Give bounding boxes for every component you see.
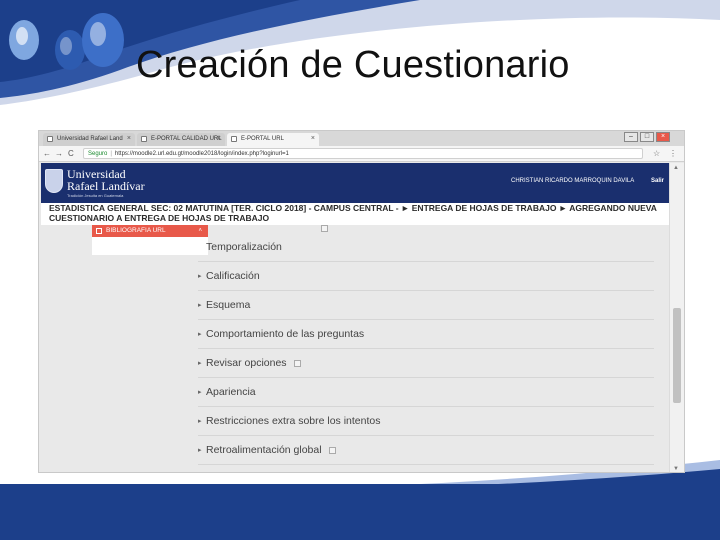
scroll-thumb[interactable] [673, 308, 681, 403]
section-label: Restricciones extra sobre los intentos [206, 415, 381, 427]
section-retroalimentacion-global[interactable]: ▸ Retroalimentación global [198, 436, 654, 465]
reload-icon[interactable]: C [68, 149, 74, 158]
browser-tab[interactable]: Universidad Rafael Land × [43, 133, 135, 146]
section-esquema[interactable]: ▸ Esquema [198, 291, 654, 320]
browser-tab[interactable]: E-PORTAL CALIDAD URL × [137, 133, 225, 146]
secure-label: Seguro [88, 151, 108, 157]
bibliografia-button[interactable]: BIBLIOGRAFIA URL ˄ [92, 225, 208, 237]
slide-bottom-band [0, 484, 720, 540]
favicon-icon [141, 136, 147, 142]
book-icon [96, 228, 102, 234]
url-text: https://moodle2.url.edu.gt/moodle2018/lo… [114, 151, 289, 157]
tab-close-icon[interactable]: × [217, 135, 221, 142]
section-temporalizacion[interactable]: Temporalización [198, 233, 654, 262]
browser-addressbar: ← → C Seguro | https://moodle2.url.edu.gt/… [39, 146, 684, 162]
favicon-icon [47, 136, 53, 142]
close-window-button[interactable]: × [656, 132, 670, 142]
scroll-down-icon[interactable]: ▼ [673, 466, 679, 472]
section-restricciones-extra[interactable]: ▸ Restricciones extra sobre los intentos [198, 407, 654, 436]
minimize-button[interactable]: – [624, 132, 638, 142]
tab-label: E-PORTAL CALIDAD URL [151, 136, 222, 142]
section-label: Retroalimentación global [206, 444, 322, 456]
browser-tabbar: Universidad Rafael Land × E-PORTAL CALID… [39, 131, 684, 146]
slide-title: Creación de Cuestionario [136, 44, 570, 86]
help-icon[interactable] [293, 359, 301, 367]
browser-menu-icon[interactable]: ⋮ [669, 149, 677, 158]
section-label: Calificación [206, 270, 260, 282]
site-header: Universidad Rafael Landívar Tradición Je… [41, 163, 669, 203]
section-label: Revisar opciones [206, 357, 287, 369]
breadcrumb-line[interactable]: CUESTIONARIO A ENTREGA DE HOJAS DE TRABA… [49, 213, 661, 224]
scroll-up-icon[interactable]: ▲ [673, 165, 679, 171]
page-scrollbar[interactable]: ▲ ▼ [669, 163, 684, 472]
expand-caret-icon: ▸ [198, 273, 202, 280]
bibliografia-label: BIBLIOGRAFIA URL [106, 227, 166, 234]
url-input[interactable]: Seguro | https://moodle2.url.edu.gt/moodle… [83, 148, 643, 159]
section-label-wrap: Revisar opciones [206, 357, 301, 369]
logout-link[interactable]: Salir [651, 178, 664, 184]
expand-caret-icon: ▸ [198, 447, 202, 454]
section-revisar-opciones[interactable]: ▸ Revisar opciones [198, 349, 654, 378]
section-calificacion[interactable]: ▸ Calificación [198, 262, 654, 291]
bibliografia-panel [92, 237, 208, 255]
quiz-settings-form: BIBLIOGRAFIA URL ˄ Temporalización ▸ Cal… [41, 225, 669, 472]
section-label-wrap: Retroalimentación global [206, 444, 336, 456]
maximize-button[interactable]: □ [640, 132, 654, 142]
expand-caret-icon: ▸ [198, 389, 202, 396]
browser-screenshot: Universidad Rafael Land × E-PORTAL CALID… [38, 130, 685, 473]
help-icon[interactable] [321, 225, 328, 232]
section-label: Apariencia [206, 386, 256, 398]
forward-arrow-icon[interactable]: → [55, 149, 63, 158]
section-label: Comportamiento de las preguntas [206, 328, 365, 340]
section-comportamiento-preguntas[interactable]: ▸ Comportamiento de las preguntas [198, 320, 654, 349]
user-menu[interactable]: CHRISTIAN RICARDO MARROQUIN DAVILA [511, 178, 634, 184]
back-arrow-icon[interactable]: ← [43, 149, 51, 158]
logo-text: Rafael Landívar [67, 179, 145, 193]
section-label: Temporalización [206, 241, 282, 253]
expand-caret-icon: ▸ [198, 360, 202, 367]
logo-tagline: Tradición Jesuita en Guatemala [67, 193, 124, 198]
tab-close-icon[interactable]: × [127, 135, 131, 142]
help-icon[interactable] [328, 446, 336, 454]
tab-label: Universidad Rafael Land [57, 136, 123, 142]
section-apariencia[interactable]: ▸ Apariencia [198, 378, 654, 407]
breadcrumb: ESTADISTICA GENERAL SEC: 02 MATUTINA [TE… [41, 203, 669, 225]
favicon-icon [231, 136, 237, 142]
expand-caret-icon: ▸ [198, 331, 202, 338]
expand-caret-icon: ▸ [198, 418, 202, 425]
tab-label: E-PORTAL URL [241, 136, 284, 142]
expand-caret-icon: ▸ [198, 302, 202, 309]
browser-tab-active[interactable]: E-PORTAL URL × [227, 133, 319, 146]
section-label: Esquema [206, 299, 251, 311]
university-crest-icon [45, 169, 63, 193]
bookmark-star-icon[interactable]: ☆ [653, 149, 660, 158]
tab-close-icon[interactable]: × [311, 135, 315, 142]
